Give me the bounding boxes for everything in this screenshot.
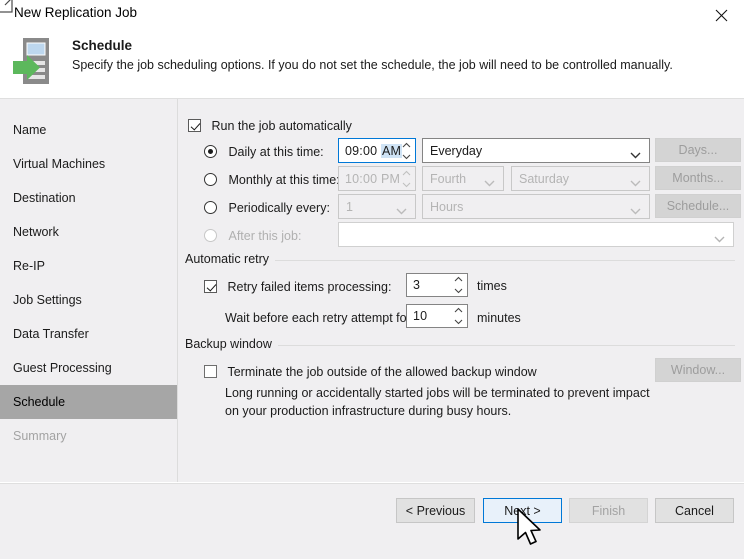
sidebar-item-label: Summary [13, 429, 67, 443]
page-title: Schedule [72, 38, 133, 53]
monthly-time-value: 10:00 PM [345, 171, 401, 186]
backup-window-description-line2: on your production infrastructure during… [225, 404, 512, 418]
automatic-retry-group-header: Automatic retry [178, 252, 744, 268]
backup-window-description-line1: Long running or accidentally started job… [225, 386, 650, 400]
monthly-label: Monthly at this time: [228, 172, 340, 187]
daily-radio[interactable] [204, 145, 217, 159]
periodically-unit-value: Hours [430, 199, 464, 214]
after-job-select [338, 222, 734, 247]
periodically-interval-value: 1 [346, 199, 353, 214]
sidebar-item-destination[interactable]: Destination [0, 181, 177, 215]
sidebar-item-label: Guest Processing [13, 361, 112, 375]
sidebar-item-schedule[interactable]: Schedule [0, 385, 177, 419]
cancel-button[interactable]: Cancel [655, 498, 734, 523]
retry-count-value: 3 [413, 278, 421, 292]
sidebar-item-label: Destination [13, 191, 76, 205]
monthly-radio-row[interactable]: Monthly at this time: [204, 172, 340, 187]
daily-frequency-select[interactable]: Everyday [422, 138, 650, 163]
periodically-radio[interactable] [204, 201, 217, 215]
months-button: Months... [655, 166, 741, 190]
retry-wait-unit: minutes [477, 311, 521, 325]
chevron-down-icon [630, 175, 641, 186]
days-button: Days... [655, 138, 741, 162]
monthly-weekday-select: Saturday [511, 166, 650, 191]
finish-button: Finish [569, 498, 648, 523]
retry-wait-value: 10 [413, 309, 428, 323]
monthly-time-spinner [400, 170, 412, 187]
daily-radio-row[interactable]: Daily at this time: [204, 144, 324, 159]
retry-count-unit: times [477, 279, 507, 293]
terminate-job-label: Terminate the job outside of the allowed… [227, 364, 537, 379]
chevron-down-icon [714, 231, 725, 242]
schedule-server-arrow-icon [13, 36, 63, 88]
wizard-footer: < Previous Next > Finish Cancel [0, 483, 744, 559]
sidebar-item-label: Data Transfer [13, 327, 89, 341]
previous-button[interactable]: < Previous [396, 498, 475, 523]
daily-time-value: 09:00 [345, 143, 381, 158]
sidebar-item-data-transfer[interactable]: Data Transfer [0, 317, 177, 351]
monthly-radio[interactable] [204, 173, 217, 187]
page-subtitle: Specify the job scheduling options. If y… [72, 58, 673, 72]
periodically-interval-select: 1 [338, 194, 416, 219]
sidebar-item-guest-processing[interactable]: Guest Processing [0, 351, 177, 385]
window-button: Window... [655, 358, 741, 382]
title-bar: New Replication Job [0, 0, 744, 30]
retry-count-input[interactable]: 3 [406, 273, 468, 297]
page-header: Schedule Specify the job scheduling opti… [0, 30, 744, 99]
sidebar-item-name[interactable]: Name [0, 113, 177, 147]
sidebar-item-job-settings[interactable]: Job Settings [0, 283, 177, 317]
sidebar-item-label: Name [13, 123, 47, 137]
daily-time-spinner[interactable] [400, 142, 412, 159]
sidebar-item-label: Schedule [13, 395, 66, 409]
daily-label: Daily at this time: [228, 144, 324, 159]
after-job-radio [204, 229, 217, 243]
monthly-time-input: 10:00 PM [338, 166, 416, 191]
periodically-unit-select: Hours [422, 194, 650, 219]
sidebar-item-label: Network [13, 225, 59, 239]
daily-time-input[interactable]: 09:00 AM [338, 138, 416, 163]
sidebar-item-re-ip[interactable]: Re-IP [0, 249, 177, 283]
sidebar-item-summary: Summary [0, 419, 177, 453]
retry-wait-spinner[interactable] [452, 307, 464, 325]
chevron-down-icon [484, 175, 495, 186]
chevron-down-icon [630, 147, 641, 158]
periodically-label: Periodically every: [228, 200, 330, 215]
periodically-radio-row[interactable]: Periodically every: [204, 200, 330, 215]
monthly-weekday-value: Saturday [519, 171, 570, 186]
schedule-button: Schedule... [655, 194, 741, 218]
wizard-step-sidebar: Name Virtual Machines Destination Networ… [0, 99, 178, 482]
terminate-job-checkbox[interactable] [204, 365, 217, 379]
run-automatically-label: Run the job automatically [211, 118, 352, 133]
monthly-ordinal-select: Fourth [422, 166, 504, 191]
daily-time-meridiem: AM [380, 143, 403, 158]
sidebar-item-label: Re-IP [13, 259, 45, 273]
close-button[interactable] [698, 0, 744, 30]
schedule-options-panel: Run the job automatically Daily at this … [178, 99, 744, 482]
window-title: New Replication Job [14, 5, 138, 20]
sidebar-item-virtual-machines[interactable]: Virtual Machines [0, 147, 177, 181]
after-job-radio-row: After this job: [204, 228, 301, 243]
retry-wait-label: Wait before each retry attempt for: [225, 311, 415, 325]
retry-failed-checkbox[interactable] [204, 280, 217, 294]
daily-frequency-value: Everyday [430, 143, 483, 158]
sidebar-item-label: Job Settings [13, 293, 82, 307]
run-automatically-row[interactable]: Run the job automatically [188, 118, 352, 133]
retry-failed-row[interactable]: Retry failed items processing: [204, 279, 391, 294]
monthly-ordinal-value: Fourth [430, 171, 467, 186]
retry-count-spinner[interactable] [452, 276, 464, 294]
retry-failed-label: Retry failed items processing: [227, 279, 392, 294]
run-automatically-checkbox[interactable] [188, 119, 201, 133]
sidebar-item-label: Virtual Machines [13, 157, 106, 171]
chevron-down-icon [630, 203, 641, 214]
chevron-down-icon [396, 203, 407, 214]
backup-window-group-header: Backup window [178, 337, 744, 353]
after-job-label: After this job: [228, 228, 302, 243]
automatic-retry-label: Automatic retry [185, 252, 276, 266]
sidebar-item-network[interactable]: Network [0, 215, 177, 249]
retry-wait-input[interactable]: 10 [406, 304, 468, 328]
backup-window-label: Backup window [185, 337, 278, 351]
terminate-job-row[interactable]: Terminate the job outside of the allowed… [204, 364, 537, 379]
next-button[interactable]: Next > [483, 498, 562, 523]
